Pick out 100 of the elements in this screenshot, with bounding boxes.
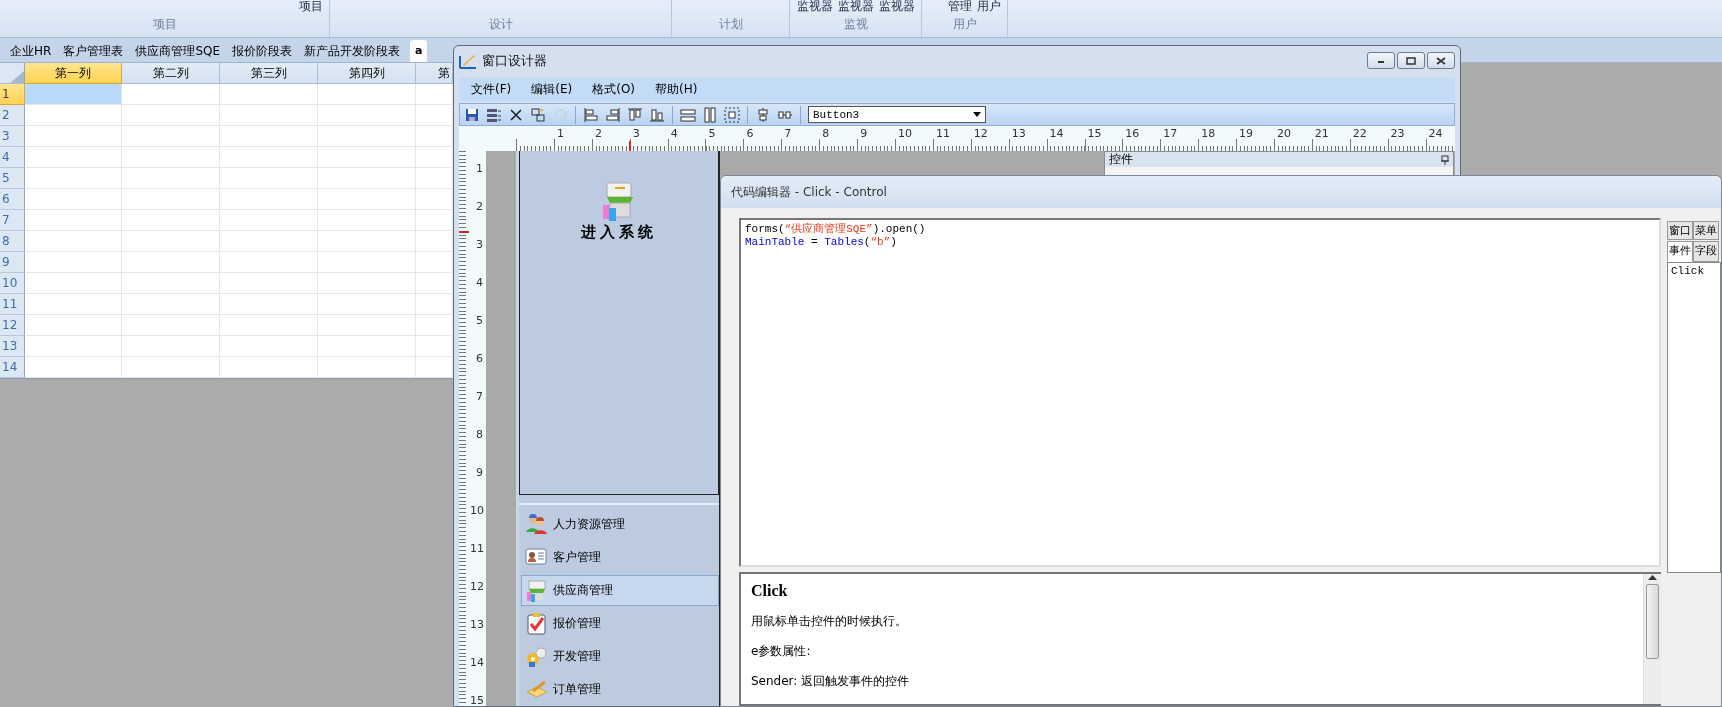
table-cell[interactable] [25, 315, 122, 336]
table-cell[interactable] [25, 126, 122, 147]
sheet-tab[interactable]: 企业HR [4, 40, 58, 62]
center-vertical-icon[interactable] [755, 106, 771, 123]
table-cell[interactable] [220, 231, 318, 252]
table-cell[interactable] [318, 357, 416, 378]
table-cell[interactable] [122, 210, 220, 231]
delete-icon[interactable] [508, 106, 524, 123]
row-header[interactable]: 13 [0, 336, 25, 357]
table-cell[interactable] [25, 168, 122, 189]
table-cell[interactable] [220, 294, 318, 315]
align-bottom-icon[interactable] [649, 106, 665, 123]
menu-item[interactable]: 文件(F) [463, 81, 520, 98]
table-cell[interactable] [220, 168, 318, 189]
table-cell[interactable] [318, 210, 416, 231]
table-cell[interactable] [318, 105, 416, 126]
scrollbar[interactable] [1643, 574, 1661, 704]
column-header[interactable]: 第三列 [220, 63, 318, 84]
table-cell[interactable] [122, 231, 220, 252]
row-header[interactable]: 4 [0, 147, 25, 168]
maximize-button[interactable] [1397, 52, 1425, 69]
grid-corner[interactable] [0, 63, 25, 84]
align-top-icon[interactable] [627, 106, 643, 123]
ribbon-button[interactable]: 用户 [977, 0, 1001, 14]
table-cell[interactable] [220, 315, 318, 336]
sheet-tab[interactable]: 供应商管理SQE [129, 40, 227, 62]
nav-item[interactable]: 供应商管理 [521, 575, 719, 606]
same-size-icon[interactable] [724, 106, 740, 123]
ribbon-button[interactable]: 监视器 [797, 0, 833, 14]
sheet-tab[interactable]: 客户管理表 [57, 40, 130, 62]
table-cell[interactable] [220, 273, 318, 294]
table-cell[interactable] [220, 336, 318, 357]
table-cell[interactable] [122, 336, 220, 357]
save-icon[interactable] [464, 106, 480, 123]
row-header[interactable]: 10 [0, 273, 25, 294]
event-item[interactable]: Click [1671, 265, 1717, 277]
close-button[interactable] [1427, 52, 1455, 69]
nav-item[interactable]: 订单管理 [521, 674, 719, 705]
row-header[interactable]: 8 [0, 231, 25, 252]
table-cell[interactable] [122, 84, 220, 105]
table-cell[interactable] [25, 273, 122, 294]
column-header[interactable]: 第四列 [318, 63, 416, 84]
table-cell[interactable] [318, 231, 416, 252]
nav-item[interactable]: 人力资源管理 [521, 509, 719, 540]
table-cell[interactable] [122, 126, 220, 147]
row-header[interactable]: 6 [0, 189, 25, 210]
sheet-tab[interactable]: 报价阶段表 [226, 40, 299, 62]
row-header[interactable]: 2 [0, 105, 25, 126]
table-cell[interactable] [25, 105, 122, 126]
nav-item[interactable]: 客户管理 [521, 542, 719, 573]
copy-icon[interactable] [530, 106, 546, 123]
row-header[interactable]: 5 [0, 168, 25, 189]
nav-item[interactable]: 报价管理 [521, 608, 719, 639]
pin-icon[interactable] [1441, 154, 1449, 165]
row-header[interactable]: 14 [0, 357, 25, 378]
undo-icon[interactable] [552, 106, 568, 123]
sheet-tab[interactable]: a [410, 40, 428, 62]
table-cell[interactable] [318, 294, 416, 315]
scroll-up-icon[interactable] [1648, 574, 1657, 580]
table-cell[interactable] [25, 189, 122, 210]
minimize-button[interactable] [1367, 52, 1395, 69]
tab[interactable]: 字段 [1693, 241, 1719, 262]
table-cell[interactable] [122, 273, 220, 294]
tab[interactable]: 菜单 [1693, 221, 1719, 240]
table-cell[interactable] [122, 252, 220, 273]
object-select[interactable]: Button3 [808, 106, 986, 123]
ribbon-button[interactable]: 项目 [299, 0, 323, 14]
table-cell[interactable] [122, 357, 220, 378]
table-cell[interactable] [122, 315, 220, 336]
column-header[interactable]: 第 [416, 63, 453, 84]
same-width-icon[interactable] [680, 106, 696, 123]
table-cell[interactable] [318, 273, 416, 294]
row-header[interactable]: 1 [0, 84, 25, 105]
table-cell[interactable] [25, 147, 122, 168]
table-cell[interactable] [220, 189, 318, 210]
nav-item[interactable]: 开发管理 [521, 641, 719, 672]
same-height-icon[interactable] [702, 106, 718, 123]
table-cell[interactable] [25, 210, 122, 231]
table-cell[interactable] [220, 84, 318, 105]
ribbon-button[interactable]: 管理 [948, 0, 972, 14]
column-header[interactable]: 第二列 [122, 63, 220, 84]
row-header[interactable]: 12 [0, 315, 25, 336]
table-cell[interactable] [318, 189, 416, 210]
table-cell[interactable] [318, 126, 416, 147]
menu-item[interactable]: 格式(O) [584, 81, 644, 98]
table-cell[interactable] [318, 147, 416, 168]
align-right-icon[interactable] [605, 106, 621, 123]
table-cell[interactable] [318, 336, 416, 357]
column-header[interactable]: 第一列 [25, 63, 122, 84]
table-cell[interactable] [220, 147, 318, 168]
ribbon-button[interactable]: 监视器 [838, 0, 874, 14]
table-cell[interactable] [220, 252, 318, 273]
table-cell[interactable] [122, 189, 220, 210]
scrollbar-thumb[interactable] [1646, 584, 1659, 659]
table-cell[interactable] [25, 231, 122, 252]
row-header[interactable]: 7 [0, 210, 25, 231]
tab[interactable]: 窗口 [1667, 221, 1693, 240]
table-cell[interactable] [25, 252, 122, 273]
align-left-icon[interactable] [583, 106, 599, 123]
table-cell[interactable] [220, 357, 318, 378]
